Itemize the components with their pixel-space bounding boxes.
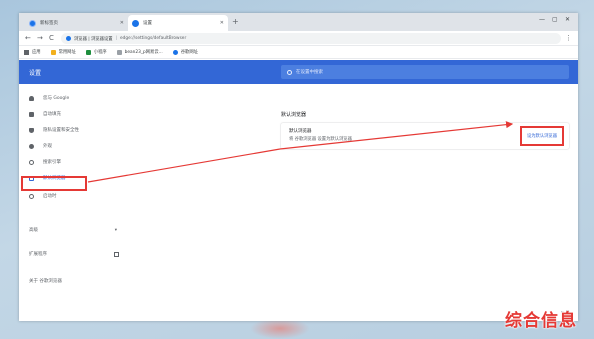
close-window-button[interactable]: ✕ bbox=[565, 16, 570, 23]
site-icon bbox=[66, 36, 71, 41]
clipboard-icon bbox=[29, 111, 34, 117]
new-tab-button[interactable]: + bbox=[232, 16, 239, 28]
sidebar-item-label: 扩展程序 bbox=[29, 252, 47, 257]
apps-icon bbox=[24, 49, 29, 55]
tab-title: 设置 bbox=[143, 21, 152, 26]
card-title: 默认浏览器 bbox=[289, 129, 312, 134]
chrome-favicon bbox=[29, 19, 36, 27]
bookmark-label: 应用 bbox=[32, 50, 41, 55]
sheet-icon bbox=[85, 49, 91, 55]
power-icon bbox=[29, 193, 34, 199]
sidebar-item-extensions[interactable]: 扩展程序 bbox=[29, 250, 119, 258]
settings-sidebar: 您与 Google 自动填充 隐私设置和安全性 外观 搜索引擎 默认浏览器 启动… bbox=[19, 84, 129, 321]
stamp-text: 综合信息 bbox=[505, 311, 577, 331]
tab-strip: 新标签页 ✕ 设置 ✕ + — ▢ ✕ bbox=[19, 13, 578, 31]
tab-settings[interactable]: 设置 ✕ bbox=[128, 15, 228, 31]
tab-title: 新标签页 bbox=[40, 21, 58, 26]
make-default-label: 设为默认浏览器 bbox=[526, 134, 558, 139]
person-icon bbox=[29, 95, 34, 101]
back-icon[interactable]: ← bbox=[25, 34, 31, 42]
tab-close-icon[interactable]: ✕ bbox=[220, 20, 224, 26]
bookmark-mini-program[interactable]: 小程序 bbox=[85, 49, 107, 55]
maximize-button[interactable]: ▢ bbox=[552, 16, 558, 23]
folder-icon bbox=[50, 49, 56, 55]
section-title: 默认浏览器 bbox=[281, 112, 307, 118]
menu-icon[interactable]: ⋮ bbox=[565, 34, 572, 42]
browser-window: 新标签页 ✕ 设置 ✕ + — ▢ ✕ ← → C 浏览器 | 浏览器设置 | … bbox=[19, 13, 578, 321]
sidebar-advanced-toggle[interactable]: 高级 ▾ bbox=[29, 226, 117, 234]
sidebar-item-privacy[interactable]: 隐私设置和安全性 bbox=[29, 125, 79, 135]
omnibox-separator: | bbox=[115, 36, 118, 41]
tab-new-tab[interactable]: 新标签页 ✕ bbox=[25, 15, 128, 31]
page-title: 设置 bbox=[29, 70, 42, 77]
bookmark-label: 小程序 bbox=[93, 50, 107, 55]
default-browser-card: 默认浏览器 将 谷歌浏览器 设置为默认浏览器 设为默认浏览器 bbox=[281, 123, 569, 149]
sidebar-item-label: 自动填充 bbox=[43, 112, 61, 117]
bookmarks-bar: 应用 常用网址 小程序 bean23_p网易云... 谷歌网址 bbox=[19, 46, 578, 59]
search-icon bbox=[29, 159, 34, 165]
sidebar-item-label: 您与 Google bbox=[43, 96, 70, 101]
bookmark-page[interactable]: bean23_p网易云... bbox=[116, 49, 163, 55]
globe-icon bbox=[172, 49, 178, 55]
sidebar-item-about[interactable]: 关于 谷歌浏览器 bbox=[29, 267, 62, 284]
card-subtitle: 将 谷歌浏览器 设置为默认浏览器 bbox=[289, 137, 352, 142]
chevron-down-icon: ▾ bbox=[114, 227, 117, 233]
sidebar-item-label: 隐私设置和安全性 bbox=[43, 128, 79, 133]
tab-close-icon[interactable]: ✕ bbox=[120, 20, 124, 26]
bookmark-google-sites[interactable]: 谷歌网址 bbox=[172, 49, 198, 55]
sidebar-item-appearance[interactable]: 外观 bbox=[29, 141, 52, 151]
minimize-button[interactable]: — bbox=[539, 16, 545, 23]
settings-favicon bbox=[132, 19, 139, 27]
sidebar-item-label: 搜索引擎 bbox=[43, 160, 61, 165]
bookmark-label: 常用网址 bbox=[58, 50, 76, 55]
sidebar-highlight-box bbox=[21, 176, 87, 191]
page-icon bbox=[116, 49, 122, 55]
sidebar-item-label: 启动时 bbox=[43, 194, 57, 199]
search-icon bbox=[287, 69, 292, 75]
bookmark-label: bean23_p网易云... bbox=[124, 50, 163, 55]
omnibox-url: edge://settings/defaultBrowser bbox=[120, 36, 187, 41]
bookmark-common-sites[interactable]: 常用网址 bbox=[50, 49, 76, 55]
omnibox-label: 浏览器 | 浏览器设置 bbox=[74, 36, 113, 42]
advanced-label: 高级 bbox=[29, 228, 38, 233]
wallpaper-glow bbox=[250, 318, 310, 339]
sidebar-item-label: 外观 bbox=[43, 144, 52, 149]
search-placeholder: 在设置中搜索 bbox=[296, 70, 323, 75]
sidebar-item-search-engine[interactable]: 搜索引擎 bbox=[29, 157, 61, 167]
settings-search-input[interactable]: 在设置中搜索 bbox=[281, 65, 569, 79]
bookmark-label: 谷歌网址 bbox=[180, 50, 198, 55]
settings-header: 设置 在设置中搜索 bbox=[19, 60, 578, 84]
make-default-button[interactable]: 设为默认浏览器 bbox=[520, 126, 564, 146]
sidebar-item-you-and-google[interactable]: 您与 Google bbox=[29, 93, 69, 103]
palette-icon bbox=[29, 143, 34, 149]
sidebar-item-autofill[interactable]: 自动填充 bbox=[29, 109, 61, 119]
forward-icon[interactable]: → bbox=[37, 34, 43, 42]
sidebar-item-label: 关于 谷歌浏览器 bbox=[29, 279, 62, 284]
bookmark-apps[interactable]: 应用 bbox=[24, 49, 41, 55]
address-bar[interactable]: 浏览器 | 浏览器设置 | edge://settings/defaultBro… bbox=[61, 33, 561, 44]
reload-icon[interactable]: C bbox=[49, 34, 54, 42]
external-link-icon bbox=[114, 251, 119, 257]
toolbar: ← → C 浏览器 | 浏览器设置 | edge://settings/defa… bbox=[19, 31, 578, 46]
shield-icon bbox=[29, 127, 34, 133]
sidebar-item-on-startup[interactable]: 启动时 bbox=[29, 191, 57, 201]
